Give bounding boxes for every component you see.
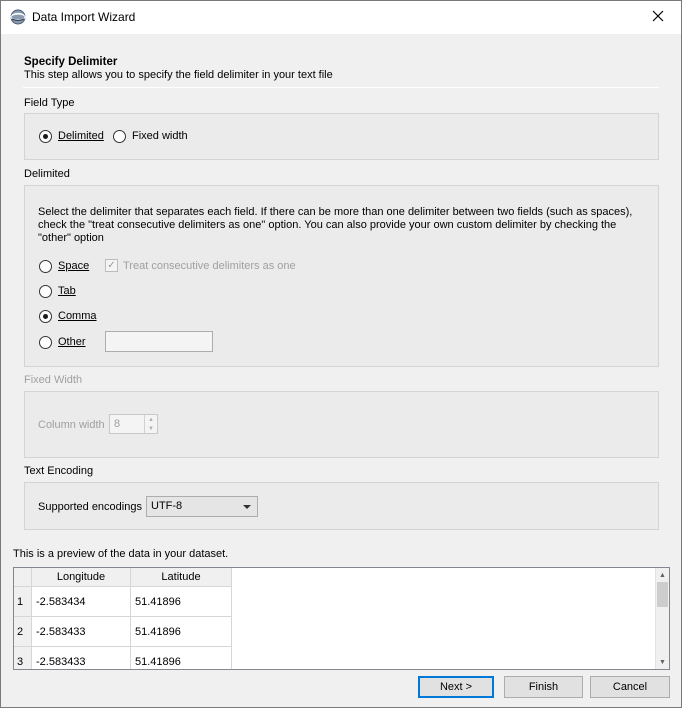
delimiter-instructions-line-3: "other" option (38, 232, 104, 244)
preview-column-header[interactable]: Longitude (32, 568, 131, 587)
preview-row-header: 2 (14, 617, 32, 647)
preview-cell: -2.583433 (32, 617, 131, 647)
cancel-button[interactable]: Cancel (590, 676, 670, 698)
field-type-label: Field Type (24, 97, 75, 109)
step-description: This step allows you to specify the fiel… (24, 69, 333, 81)
encoding-dropdown-value: UTF-8 (151, 500, 183, 512)
delimited-group: Select the delimiter that separates each… (24, 185, 659, 367)
preview-label: This is a preview of the data in your da… (13, 548, 229, 560)
preview-corner-header (14, 568, 32, 587)
data-import-wizard-window: Data Import Wizard Specify Delimiter Thi… (0, 0, 682, 708)
text-encoding-section-label: Text Encoding (24, 465, 94, 477)
scroll-up-icon[interactable]: ▲ (656, 568, 669, 582)
delimited-radio[interactable] (39, 130, 52, 143)
header-separator (23, 87, 659, 88)
text-encoding-group: Supported encodings UTF-8 (24, 482, 659, 530)
preview-row-header: 1 (14, 587, 32, 617)
preview-cell: 51.41896 (131, 647, 232, 669)
comma-radio[interactable] (39, 310, 52, 323)
preview-row-header: 3 (14, 647, 32, 669)
app-globe-icon (10, 9, 26, 25)
spin-down-icon[interactable]: ▼ (145, 424, 157, 433)
encoding-dropdown[interactable]: UTF-8 (146, 496, 258, 517)
next-button-label: Next > (439, 681, 473, 693)
window-title: Data Import Wizard (32, 10, 136, 24)
preview-cell: 51.41896 (131, 617, 232, 647)
other-delimiter-input[interactable] (105, 331, 213, 352)
field-type-group: Delimited Fixed width (24, 113, 659, 160)
scrollbar-thumb[interactable] (657, 582, 668, 607)
close-button[interactable] (635, 1, 681, 33)
delimited-radio-label[interactable]: Delimited (58, 130, 104, 142)
fixed-width-section-label: Fixed Width (24, 374, 83, 386)
checkmark-icon: ✓ (107, 259, 116, 271)
preview-cell: -2.583434 (32, 587, 131, 617)
space-radio-label[interactable]: Space (58, 260, 89, 272)
preview-cell: 51.41896 (131, 587, 232, 617)
supported-encodings-label: Supported encodings (38, 501, 142, 513)
scroll-down-icon[interactable]: ▼ (656, 655, 669, 669)
column-width-value: 8 (114, 418, 121, 430)
finish-button[interactable]: Finish (504, 676, 583, 698)
cancel-button-label: Cancel (612, 681, 648, 693)
tab-radio[interactable] (39, 285, 52, 298)
preview-table: Longitude Latitude 1 -2.583434 51.41896 … (13, 567, 670, 670)
preview-cell: -2.583433 (32, 647, 131, 669)
chevron-down-icon (243, 505, 251, 509)
wizard-content: Specify Delimiter This step allows you t… (1, 34, 681, 707)
close-icon (652, 10, 664, 25)
delimited-section-label: Delimited (24, 168, 70, 180)
consecutive-delimiters-label: Treat consecutive delimiters as one (123, 260, 296, 272)
column-width-label: Column width (38, 419, 105, 431)
finish-button-label: Finish (528, 681, 559, 693)
delimiter-instructions-line-1: Select the delimiter that separates each… (38, 206, 633, 218)
column-width-spinbox[interactable]: 8 ▲ ▼ (109, 414, 158, 434)
other-radio-label[interactable]: Other (58, 336, 86, 348)
column-width-spin-arrows[interactable]: ▲ ▼ (144, 415, 157, 433)
comma-radio-label[interactable]: Comma (58, 310, 97, 322)
step-title: Specify Delimiter (24, 56, 118, 68)
consecutive-delimiters-checkbox[interactable]: ✓ (105, 259, 118, 272)
preview-column-header[interactable]: Latitude (131, 568, 232, 587)
fixed-width-radio-label[interactable]: Fixed width (132, 130, 188, 142)
preview-vertical-scrollbar[interactable]: ▲ ▼ (655, 568, 669, 669)
tab-radio-label[interactable]: Tab (58, 285, 76, 297)
fixed-width-radio[interactable] (113, 130, 126, 143)
title-bar: Data Import Wizard (1, 1, 681, 34)
delimiter-instructions-line-2: check the "treat consecutive delimiters … (38, 219, 617, 231)
fixed-width-group: Column width 8 ▲ ▼ (24, 391, 659, 458)
space-radio[interactable] (39, 260, 52, 273)
next-button[interactable]: Next > (418, 676, 494, 698)
other-radio[interactable] (39, 336, 52, 349)
